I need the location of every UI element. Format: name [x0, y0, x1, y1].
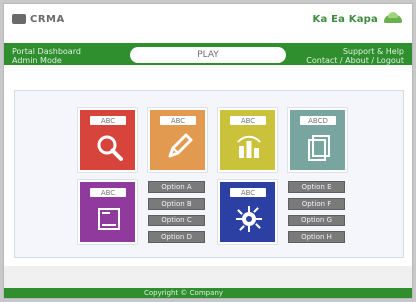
brand-left-icon [12, 14, 26, 24]
tile-edit[interactable]: ABC [148, 108, 207, 172]
grey-buttons-left: Option A Option B Option C Option D [148, 181, 205, 243]
green-bar-right-line1: Support & Help [342, 47, 404, 56]
grey-button[interactable]: Option D [148, 231, 205, 243]
tile-settings[interactable]: ABC [218, 180, 277, 244]
brand-right[interactable]: Ka Ea Kapa [313, 11, 402, 27]
grey-button[interactable]: Option E [288, 181, 345, 193]
green-bar-left-line2: Admin Mode [12, 56, 62, 65]
green-bar-left: Portal Dashboard Admin Mode [12, 47, 81, 65]
grey-buttons-right: Option E Option F Option G Option H [288, 181, 345, 243]
grey-button[interactable]: Option G [288, 214, 345, 227]
brand-left-text: CRMA [30, 13, 65, 25]
footer-text: Copyright © Company [144, 289, 223, 297]
tile-caption: ABC [90, 188, 126, 197]
bar-chart-icon [234, 132, 264, 162]
grey-button[interactable]: Option B [148, 197, 205, 210]
grey-button[interactable]: Option C [148, 214, 205, 227]
grey-button[interactable]: Option A [148, 181, 205, 193]
tile-caption: ABC [230, 116, 266, 125]
tile-caption: ABCD [300, 116, 336, 125]
top-bar: CRMA Ka Ea Kapa [4, 4, 412, 40]
tile-archive[interactable]: ABCD [288, 108, 347, 172]
grey-button[interactable]: Option H [288, 231, 345, 243]
gear-icon [234, 204, 264, 234]
grey-button[interactable]: Option F [288, 197, 345, 210]
tile-reports[interactable]: ABC [218, 108, 277, 172]
tile-files[interactable]: ABC [78, 180, 137, 244]
leaf-logo-icon [384, 12, 402, 26]
app-frame: CRMA Ka Ea Kapa Portal Dashboard Admin M… [3, 3, 413, 299]
green-bar-left-line1: Portal Dashboard [12, 47, 81, 56]
footer-spacer [4, 266, 412, 288]
footer-bar: Copyright © Company [4, 288, 412, 298]
tile-search[interactable]: ABC [78, 108, 137, 172]
green-bar-right: Support & Help Contact / About / Logout [306, 47, 404, 65]
green-bar-right-line2: Contact / About / Logout [306, 56, 404, 65]
tile-caption: ABC [90, 116, 126, 125]
main-content: ABC ABC ABC ABCD ABC Option A Option B O… [14, 90, 404, 258]
tile-caption: ABC [160, 116, 196, 125]
file-stack-icon [304, 132, 334, 162]
active-tab[interactable]: PLAY [130, 47, 286, 63]
brand-left[interactable]: CRMA [12, 12, 82, 26]
brand-right-text: Ka Ea Kapa [312, 13, 378, 25]
pencil-icon [164, 132, 194, 162]
file-icon [94, 204, 124, 234]
search-icon [94, 132, 124, 162]
tile-caption: ABC [230, 188, 266, 197]
